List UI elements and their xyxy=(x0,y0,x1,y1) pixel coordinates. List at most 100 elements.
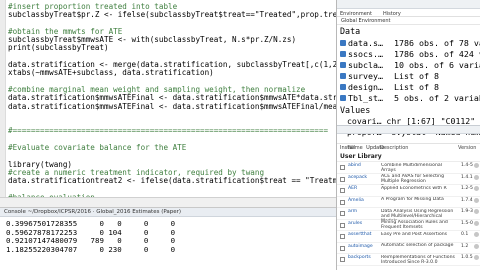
environment-data-row[interactable]: subcla… 10 obs. of 6 varia xyxy=(337,60,480,71)
package-load-checkbox[interactable] xyxy=(340,176,345,182)
code-area[interactable]: #insert proportion treated into table sub… xyxy=(8,3,336,197)
remove-package-icon[interactable] xyxy=(474,163,479,168)
package-row: arm Data Analysis Using Regression and Mu… xyxy=(337,208,480,220)
package-load-checkbox[interactable] xyxy=(340,257,345,262)
package-version: 1.4.1 xyxy=(461,174,473,180)
package-name-link[interactable]: acepack xyxy=(348,175,376,181)
code-comment-line[interactable]: #insert proportion treated into table xyxy=(8,3,336,11)
package-description: Automatic selection of package xyxy=(381,243,454,248)
package-name-link[interactable]: abind xyxy=(348,163,376,169)
code-blank-line[interactable] xyxy=(8,136,336,144)
remove-package-icon[interactable] xyxy=(474,209,479,214)
object-summary: List of 8 xyxy=(394,82,439,92)
object-name: Tbl_st… xyxy=(348,93,383,103)
package-load-checkbox[interactable] xyxy=(340,234,345,239)
package-load-checkbox[interactable] xyxy=(340,222,345,228)
editor-status-bar xyxy=(0,197,336,207)
code-blank-line[interactable] xyxy=(8,111,336,119)
package-name-link[interactable]: backports xyxy=(348,255,376,261)
code-line[interactable]: library(twang) xyxy=(8,161,336,169)
package-row: abind Combine Multidimensional Arrays 1.4-… xyxy=(337,162,480,174)
package-description: Easy Pre and Post Assertions xyxy=(381,231,448,237)
package-name-link[interactable]: autoimage xyxy=(348,244,376,250)
environment-scope-select[interactable]: Global Environment xyxy=(337,17,480,25)
console-output-line: 1.18255220304707 0 230 0 0 xyxy=(6,244,176,254)
code-blank-line[interactable] xyxy=(8,186,336,194)
column-description: Description xyxy=(380,145,409,151)
code-line[interactable]: data.stratification$mmwsATEFinal <- data… xyxy=(8,94,336,102)
data-frame-icon[interactable] xyxy=(340,84,346,90)
console-pane[interactable]: Console ~/Dropbox/ICPSR/2016 · Global_20… xyxy=(0,207,336,270)
remove-package-icon[interactable] xyxy=(474,243,479,249)
code-line[interactable]: subclassbyTreat$pr.Z <- ifelse(subclassb… xyxy=(8,11,336,19)
code-line[interactable]: subclassbyTreat$mmwsATE <- with(subclass… xyxy=(8,36,336,44)
package-row: acepack ACE and AVAS for Selecting Multip… xyxy=(337,174,480,185)
package-load-checkbox[interactable] xyxy=(340,245,345,251)
environment-data-row[interactable]: data.s… 1786 obs. of 78 va xyxy=(337,38,480,49)
remove-package-icon[interactable] xyxy=(474,220,479,226)
package-name-link[interactable]: arules xyxy=(348,221,376,227)
package-name-link[interactable]: AER xyxy=(348,186,376,192)
code-line[interactable]: data.stratification$mmwsATEFinal <- data… xyxy=(8,103,336,111)
data-section-header: Data xyxy=(340,26,361,36)
package-row: assertthat Easy Pre and Post Assertions 0.… xyxy=(337,231,480,243)
code-comment-line[interactable]: #obtain the mmwts for ATE xyxy=(8,28,336,36)
console-output: 0.39967501728355 0 0 0 0 0.59627878172253… xyxy=(6,219,176,254)
package-row: Amelia A Program for Missing Data 1.7.4 xyxy=(337,197,480,208)
object-name: data.s… xyxy=(348,38,383,48)
remove-package-icon[interactable] xyxy=(474,197,479,203)
remove-package-icon[interactable] xyxy=(474,174,479,180)
code-blank-line[interactable] xyxy=(8,53,336,61)
code-line[interactable]: print(subclassbyTreat) xyxy=(8,44,336,52)
data-frame-icon[interactable] xyxy=(340,62,346,68)
packages-pane-tabs: FilesPlotsPackagesHelpViewer xyxy=(337,125,480,134)
code-comment-line[interactable]: #create a numeric treatment indicator, r… xyxy=(8,169,336,177)
console-tab[interactable]: Console ~/Dropbox/ICPSR/2016 · Global_20… xyxy=(0,208,336,217)
remove-package-icon[interactable] xyxy=(474,232,479,237)
package-version: 1.2 xyxy=(461,243,469,249)
values-section-header: Values xyxy=(340,105,371,115)
packages-column-header: Name Description Version xyxy=(337,144,480,152)
object-name: survey… xyxy=(348,71,383,81)
package-load-checkbox[interactable] xyxy=(340,211,345,216)
code-comment-line[interactable]: #combine marginal mean weight and sampli… xyxy=(8,86,336,94)
package-name-link[interactable]: assertthat xyxy=(348,232,376,238)
package-name-link[interactable]: arm xyxy=(348,209,376,215)
code-blank-line[interactable] xyxy=(8,152,336,160)
package-load-checkbox[interactable] xyxy=(340,199,345,205)
object-name: ssocs.… xyxy=(348,49,383,59)
package-row: backports Reimplementations of Functions … xyxy=(337,254,480,266)
environment-data-row[interactable]: ssocs.… 1786 obs. of 424 v xyxy=(337,49,480,60)
environment-data-row[interactable]: design… List of 8 xyxy=(337,82,480,93)
column-version: Version xyxy=(458,145,477,151)
code-comment-line[interactable]: #Evaluate covariate balance for the ATE xyxy=(8,144,336,152)
environment-data-list: data.s… 1786 obs. of 78 va ssocs.… 1786 obs… xyxy=(337,38,480,104)
code-blank-line[interactable] xyxy=(8,20,336,28)
remove-package-icon[interactable] xyxy=(474,255,479,260)
remove-package-icon[interactable] xyxy=(474,186,479,191)
data-frame-icon[interactable] xyxy=(340,51,346,57)
package-description: Applied Econometrics with R xyxy=(381,185,447,191)
packages-list: abind Combine Multidimensional Arrays 1.4-… xyxy=(337,162,480,266)
code-comment-line[interactable]: #=======================================… xyxy=(8,127,336,135)
data-frame-icon[interactable] xyxy=(340,95,346,101)
package-load-checkbox[interactable] xyxy=(340,188,345,193)
code-blank-line[interactable] xyxy=(8,78,336,86)
code-line[interactable]: xtabs(~mmwsATE+subclass, data.stratifica… xyxy=(8,69,336,77)
data-frame-icon[interactable] xyxy=(340,73,346,79)
object-name: design… xyxy=(348,82,383,92)
package-version: 1.2-5 xyxy=(461,186,473,191)
code-blank-line[interactable] xyxy=(8,119,336,127)
rstudio-window: #insert proportion treated into table sub… xyxy=(0,0,480,270)
data-frame-icon[interactable] xyxy=(340,40,346,46)
package-row: arules Mining Association Rules and Frequ… xyxy=(337,220,480,231)
package-name-link[interactable]: Amelia xyxy=(348,198,376,204)
package-load-checkbox[interactable] xyxy=(340,165,345,170)
code-line[interactable]: data.stratification <- merge(data.strati… xyxy=(8,61,336,69)
object-summary: 5 obs. of 2 variab xyxy=(394,93,480,103)
code-line[interactable]: data.stratificationtreat2 <- ifelse(data… xyxy=(8,177,336,185)
environment-data-row[interactable]: survey… List of 8 xyxy=(337,71,480,82)
package-description: Data Analysis Using Regression and Multi… xyxy=(381,208,454,220)
environment-data-row[interactable]: Tbl_st… 5 obs. of 2 variab xyxy=(337,93,480,104)
source-editor[interactable]: #insert proportion treated into table sub… xyxy=(0,0,336,197)
